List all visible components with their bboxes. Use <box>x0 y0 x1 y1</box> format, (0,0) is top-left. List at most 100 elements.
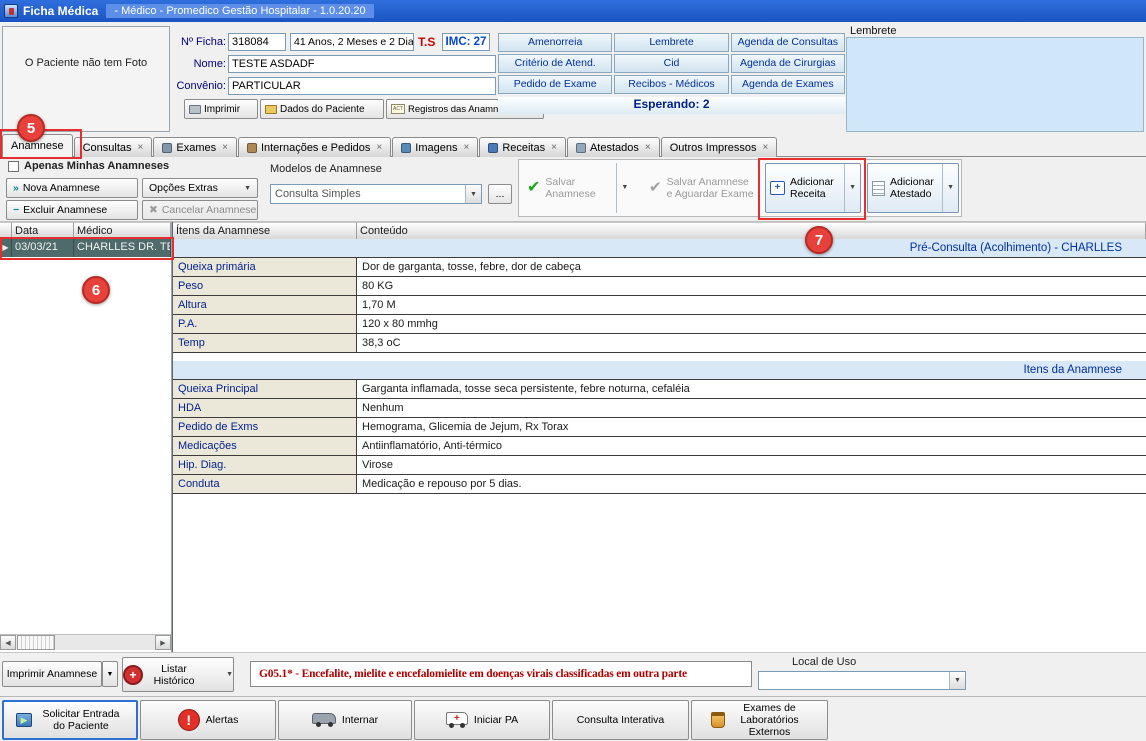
tab-close-icon[interactable]: × <box>463 142 469 153</box>
data-column-header[interactable]: Data <box>12 222 74 238</box>
excluir-anamnese-button[interactable]: − Excluir Anamnese <box>6 200 138 220</box>
quick-button[interactable]: Pedido de Exame <box>498 75 612 94</box>
anamnese-row[interactable]: Altura1,70 M <box>173 296 1146 315</box>
listar-historico-label: Listar Histórico <box>148 663 200 687</box>
cancelar-anamnese-button[interactable]: ✖ Cancelar Anamnese <box>142 200 258 220</box>
tab-close-icon[interactable]: × <box>551 142 557 153</box>
item-column-header[interactable]: Ítens da Anamnese <box>173 222 357 239</box>
convenio-input[interactable]: PARTICULAR <box>228 77 496 95</box>
modelos-more-button[interactable]: ... <box>488 184 512 204</box>
dados-paciente-button[interactable]: Dados do Paciente <box>260 99 384 119</box>
lembrete-notes-area[interactable] <box>846 37 1144 132</box>
scroll-right-icon[interactable]: ▶ <box>155 635 171 650</box>
exames-tab-icon <box>162 143 172 153</box>
minus-icon: − <box>13 204 19 216</box>
tab-close-icon[interactable]: × <box>645 142 651 153</box>
tab-label: Anamnese <box>11 140 64 152</box>
anamnese-row[interactable]: HDANenhum <box>173 399 1146 418</box>
scroll-left-icon[interactable]: ◀ <box>0 635 16 650</box>
chevron-down-icon[interactable]: ▼ <box>616 163 628 213</box>
ficha-input[interactable]: 318084 <box>228 33 286 51</box>
tab-imagens[interactable]: Imagens× <box>392 137 478 157</box>
nova-anamnese-button[interactable]: » Nova Anamnese <box>6 178 138 198</box>
conteudo-column-header[interactable]: Conteúdo <box>357 222 1146 239</box>
imprimir-anamnese-button[interactable]: Imprimir Anamnese <box>2 661 102 687</box>
anamnese-row[interactable]: Hip. Diag.Virose <box>173 456 1146 475</box>
anamnese-row[interactable]: Pedido de ExmsHemograma, Glicemia de Jej… <box>173 418 1146 437</box>
tab-outros[interactable]: Outros Impressos× <box>661 137 778 157</box>
consulta-interativa-button[interactable]: Consulta Interativa <box>552 700 689 740</box>
iniciar-pa-button[interactable]: + Iniciar PA <box>414 700 550 740</box>
quick-button[interactable]: Lembrete <box>614 33 728 52</box>
quick-button[interactable]: Recibos - Médicos <box>614 75 728 94</box>
quick-button[interactable]: Agenda de Cirurgias <box>731 54 845 73</box>
checkbox-icon[interactable] <box>8 161 19 172</box>
tab-consultas[interactable]: Consultas × <box>74 137 153 157</box>
item-label-cell: Peso <box>173 277 357 295</box>
local-de-uso-combobox[interactable]: ▼ <box>758 671 966 690</box>
salvar-anamnese-button[interactable]: ✔ Salvar Anamnese ▼ <box>523 163 641 213</box>
item-label-cell: Temp <box>173 334 357 352</box>
tab-close-icon[interactable]: × <box>376 142 382 153</box>
anamnese-row[interactable]: Peso80 KG <box>173 277 1146 296</box>
anamnese-row[interactable]: CondutaMedicação e repouso por 5 dias. <box>173 475 1146 494</box>
item-label-cell: Queixa Principal <box>173 380 357 398</box>
solicitar-entrada-button[interactable]: ▶ Solicitar Entrada do Paciente <box>2 700 138 740</box>
content-cell: 38,3 oC <box>357 334 1146 352</box>
imprimir-button[interactable]: Imprimir <box>184 99 258 119</box>
anamnese-row[interactable]: Queixa primáriaDor de garganta, tosse, f… <box>173 258 1146 277</box>
anamnese-row[interactable]: MedicaçõesAntiinflamatório, Anti-térmico <box>173 437 1146 456</box>
ficha-medica-window: Ficha Médica - Médico - Promedico Gestão… <box>0 0 1146 741</box>
entry-icon: ▶ <box>16 713 32 727</box>
apenas-minhas-checkbox[interactable]: Apenas Minhas Anamneses <box>8 160 169 172</box>
tab-receitas[interactable]: Receitas× <box>479 137 566 157</box>
adicionar-atestado-button[interactable]: Adicionar Atestado ▼ <box>867 163 959 213</box>
tab-internacoes[interactable]: Internações e Pedidos× <box>238 137 391 157</box>
alertas-button[interactable]: ! Alertas <box>140 700 276 740</box>
chevron-down-icon[interactable]: ▼ <box>465 185 481 203</box>
chevron-down-icon[interactable]: ▼ <box>942 164 954 212</box>
internar-button[interactable]: Internar <box>278 700 412 740</box>
cancelar-anamnese-label: Cancelar Anamnese <box>162 204 257 216</box>
chevron-down-icon[interactable]: ▼ <box>226 671 233 678</box>
quick-button[interactable]: Amenorreia <box>498 33 612 52</box>
ts-label: T.S <box>418 35 435 49</box>
adicionar-receita-button[interactable]: + Adicionar Receita ▼ <box>765 163 861 213</box>
tab-close-icon[interactable]: × <box>138 142 144 153</box>
quick-button[interactable]: Cid <box>614 54 728 73</box>
item-label-cell: Queixa primária <box>173 258 357 276</box>
modelos-combobox[interactable]: Consulta Simples ▼ <box>270 184 482 204</box>
chevron-down-icon[interactable]: ▼ <box>844 164 856 212</box>
item-label-cell: HDA <box>173 399 357 417</box>
salvar-anamnese-label: Salvar Anamnese <box>545 176 609 200</box>
tab-exames[interactable]: Exames× <box>153 137 237 157</box>
opcoes-extras-button[interactable]: Opções Extras ▼ <box>142 178 258 198</box>
cancel-icon: ✖ <box>149 204 158 216</box>
imprimir-anamnese-dropdown[interactable]: ▼ <box>102 661 118 687</box>
anamnese-list-row-selected[interactable]: ▶ 03/03/21 CHARLLES DR. TE <box>0 239 171 257</box>
tab-label: Consultas <box>83 142 132 154</box>
tab-atestados[interactable]: Atestados× <box>567 137 660 157</box>
chevron-down-icon[interactable]: ▼ <box>949 672 965 689</box>
salvar-aguardar-button[interactable]: ✔ Salvar Anamnese e Aguardar Exame <box>645 163 761 213</box>
tab-close-icon[interactable]: × <box>222 142 228 153</box>
quick-button[interactable]: Agenda de Exames <box>731 75 845 94</box>
exames-lab-externos-button[interactable]: Exames de Laboratórios Externos <box>691 700 828 740</box>
content-cell: Nenhum <box>357 399 1146 417</box>
medico-column-header[interactable]: Médico <box>74 222 171 238</box>
anamnese-row[interactable]: Queixa PrincipalGarganta inflamada, toss… <box>173 380 1146 399</box>
horizontal-scrollbar[interactable]: ◀ ▶ <box>0 634 171 650</box>
content-cell: 80 KG <box>357 277 1146 295</box>
tab-close-icon[interactable]: × <box>763 142 769 153</box>
nome-input[interactable]: TESTE ASDADF <box>228 55 496 73</box>
quick-button[interactable]: Critério de Atend. <box>498 54 612 73</box>
scroll-thumb[interactable] <box>17 635 55 650</box>
quick-button[interactable]: Agenda de Consultas <box>731 33 845 52</box>
listar-historico-button[interactable]: + Listar Histórico ▼ <box>122 657 234 692</box>
anamnese-row[interactable]: Temp38,3 oC <box>173 334 1146 353</box>
history-icon: + <box>123 665 143 685</box>
window-subtitle: - Médico - Promedico Gestão Hospitalar -… <box>106 4 373 18</box>
salvar-aguardar-label: Salvar Anamnese e Aguardar Exame <box>667 176 755 200</box>
dados-label: Dados do Paciente <box>280 104 365 115</box>
anamnese-row[interactable]: P.A.120 x 80 mmhg <box>173 315 1146 334</box>
